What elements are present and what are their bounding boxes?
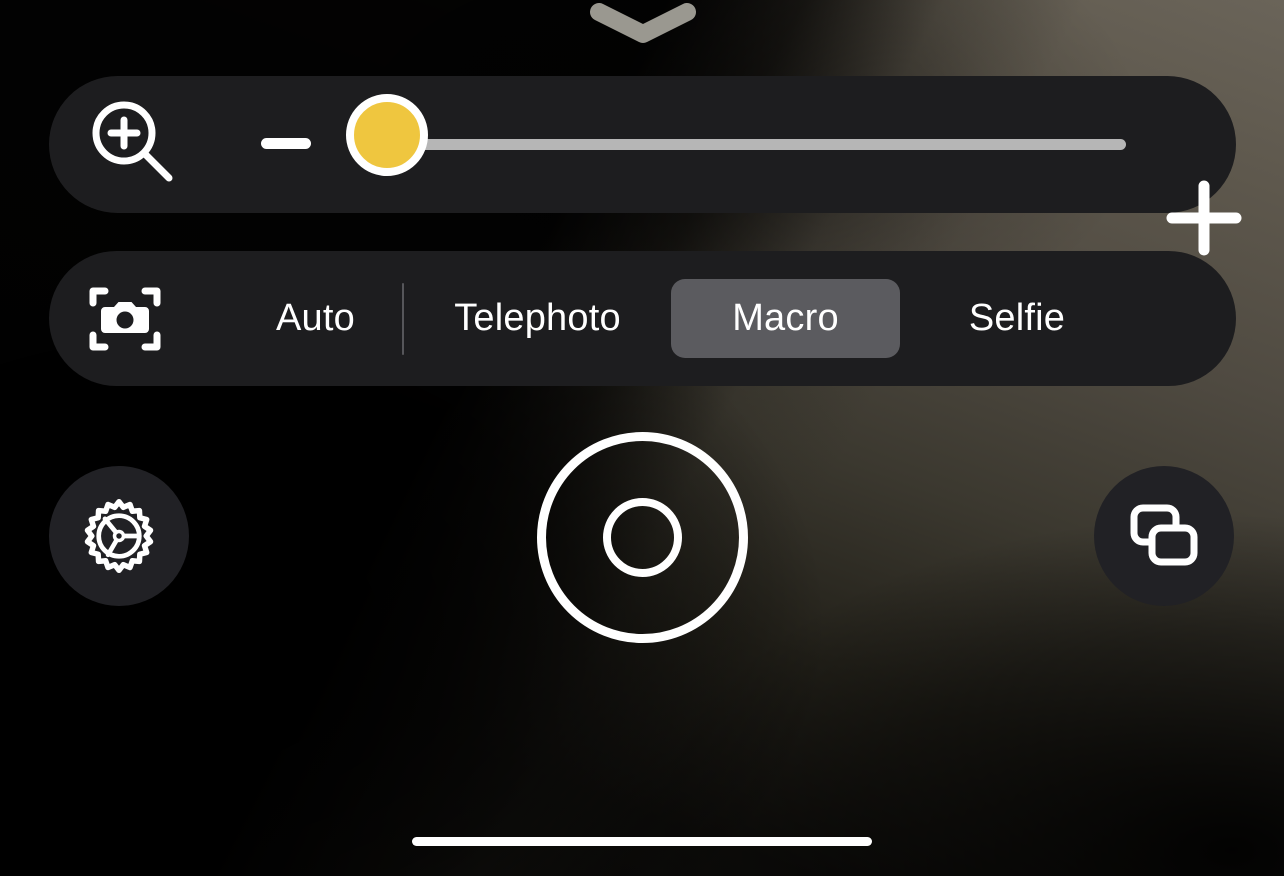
mode-option-telephoto[interactable]: Telephoto: [404, 279, 671, 358]
shutter-button[interactable]: [537, 432, 748, 643]
chevron-down-icon[interactable]: [589, 2, 697, 44]
mode-option-macro[interactable]: Macro: [671, 279, 900, 358]
layers-icon: [1130, 504, 1198, 566]
camera-app-screen: Auto Telephoto Macro Selfie: [0, 0, 1284, 876]
magnifier-plus-icon: [86, 97, 180, 191]
shutter-inner-ring: [603, 498, 682, 577]
chevron-down-glyph: [590, 3, 696, 43]
camera-frame-icon[interactable]: [89, 283, 161, 355]
mode-option-auto[interactable]: Auto: [229, 279, 402, 358]
mode-option-selfie[interactable]: Selfie: [900, 279, 1134, 358]
camera-mode-list: Auto Telephoto Macro Selfie: [229, 251, 1236, 386]
gear-icon: [84, 498, 154, 574]
zoom-slider-thumb[interactable]: [346, 94, 428, 176]
camera-frame-glyph: [89, 287, 161, 351]
settings-button[interactable]: [49, 466, 189, 606]
zoom-slider-track[interactable]: [420, 139, 1126, 150]
magnifier-plus-glyph: [92, 101, 173, 182]
home-indicator[interactable]: [412, 837, 872, 846]
gallery-button[interactable]: [1094, 466, 1234, 606]
zoom-control-bar: [49, 76, 1242, 256]
camera-mode-bar: Auto Telephoto Macro Selfie: [49, 251, 1236, 386]
zoom-slider[interactable]: [300, 76, 1136, 213]
